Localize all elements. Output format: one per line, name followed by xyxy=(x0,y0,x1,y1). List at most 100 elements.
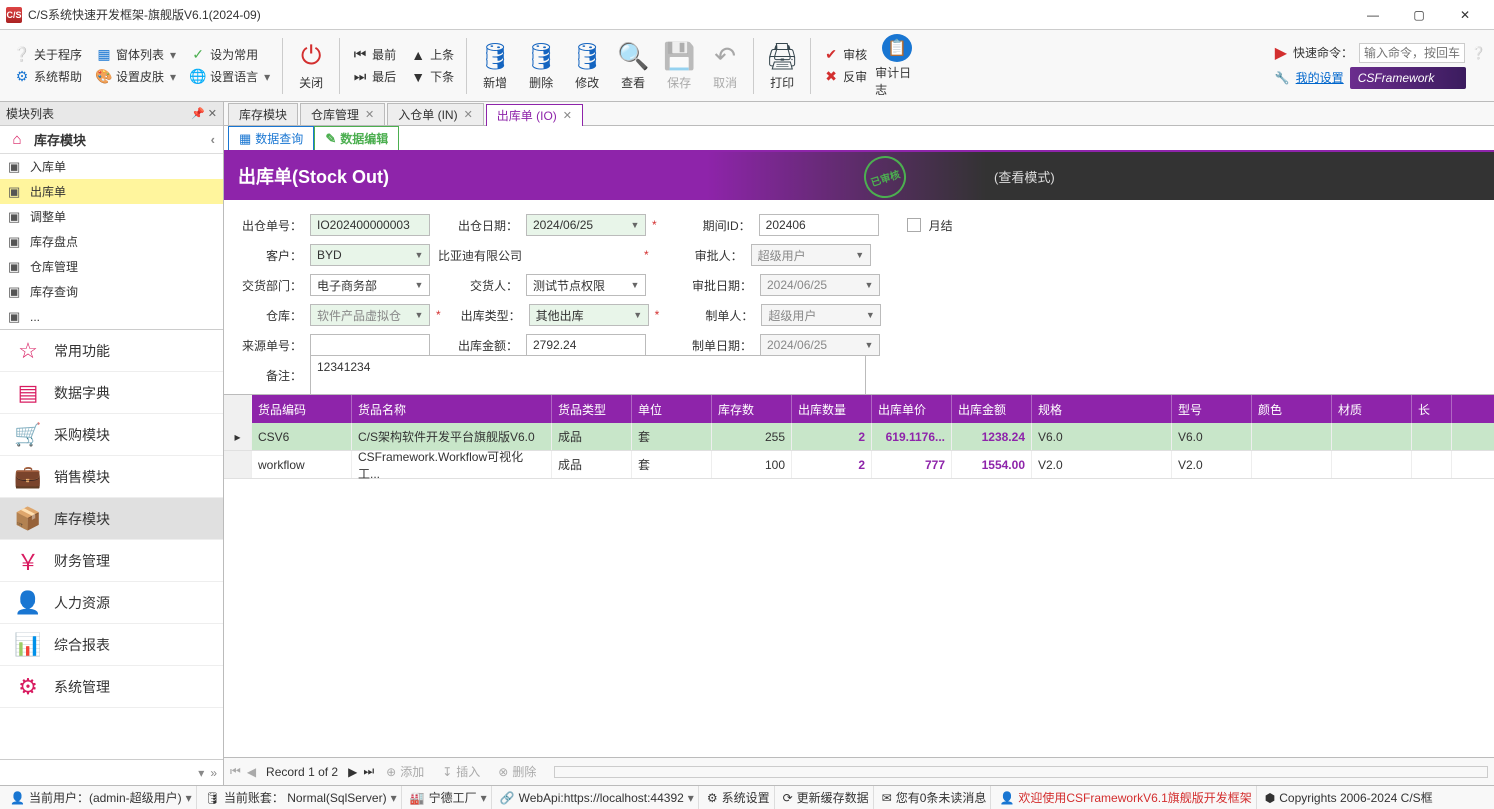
module-button[interactable]: ⚙系统管理 xyxy=(0,666,223,708)
customer-input[interactable]: BYD▼ xyxy=(310,244,430,266)
grid-add-button[interactable]: ⊕添加 xyxy=(380,761,430,782)
dropdown-icon[interactable]: ▼ xyxy=(411,307,427,323)
edit-button[interactable]: 🛢修改 xyxy=(565,34,609,98)
prev-button[interactable]: ▲上条 xyxy=(404,45,460,65)
remark-input[interactable]: 12341234 xyxy=(310,355,866,395)
col-header[interactable]: 库存数 xyxy=(712,395,792,423)
col-header[interactable]: 出库数量 xyxy=(792,395,872,423)
last-button[interactable]: ⏭最后 xyxy=(346,67,402,87)
col-header[interactable]: 规格 xyxy=(1032,395,1172,423)
quickcmd-input[interactable] xyxy=(1359,43,1465,63)
status-settings[interactable]: ⚙系统设置 xyxy=(703,786,775,809)
close-icon[interactable]: ✕ xyxy=(464,108,473,121)
srcno-input[interactable] xyxy=(310,334,430,356)
tree-item[interactable]: ▣库存盘点 xyxy=(0,229,223,254)
close-tool-button[interactable]: ⏻关闭 xyxy=(289,34,333,98)
status-cache[interactable]: ⟳更新缓存数据 xyxy=(779,786,874,809)
col-header[interactable]: 长 xyxy=(1412,395,1452,423)
col-header[interactable]: 单位 xyxy=(632,395,712,423)
dropdown-icon[interactable]: ▼ xyxy=(411,247,427,263)
doc-tab[interactable]: 库存模块 xyxy=(228,103,298,125)
module-button[interactable]: ￥财务管理 xyxy=(0,540,223,582)
tree-item[interactable]: ▣仓库管理 xyxy=(0,254,223,279)
pin-icon[interactable]: 📌 ✕ xyxy=(191,107,217,120)
module-button[interactable]: ▤数据字典 xyxy=(0,372,223,414)
auditlog-button[interactable]: 📋审计日志 xyxy=(875,34,919,98)
tree-item[interactable]: ▣库存查询 xyxy=(0,279,223,304)
minimize-button[interactable]: — xyxy=(1350,0,1396,30)
delete-button[interactable]: 🛢删除 xyxy=(519,34,563,98)
dropdown-icon[interactable]: ▼ xyxy=(627,277,643,293)
help-icon[interactable]: ❔ xyxy=(1471,46,1486,60)
row-selector[interactable]: ▸ xyxy=(224,423,252,450)
add-button[interactable]: 🛢新增 xyxy=(473,34,517,98)
col-header[interactable]: 颜色 xyxy=(1252,395,1332,423)
syshelp-button[interactable]: ⚙系统帮助 xyxy=(8,67,88,87)
grid-insert-button[interactable]: ↧插入 xyxy=(436,761,486,782)
status-msg[interactable]: ✉您有0条未读消息 xyxy=(878,786,992,809)
col-header[interactable]: 出库金额 xyxy=(952,395,1032,423)
status-user[interactable]: 👤当前用户：(admin-超级用户)▾ xyxy=(6,786,197,809)
doc-tab[interactable]: 出库单 (IO)✕ xyxy=(486,104,583,126)
module-button[interactable]: 🛒采购模块 xyxy=(0,414,223,456)
table-row[interactable]: workflowCSFramework.Workflow可视化工...成品套10… xyxy=(224,451,1494,479)
tree-item[interactable]: ▣... xyxy=(0,304,223,329)
cancel-button[interactable]: ↶取消 xyxy=(703,34,747,98)
tree-item[interactable]: ▣出库单 xyxy=(0,179,223,204)
module-button[interactable]: 📦库存模块 xyxy=(0,498,223,540)
nav-last[interactable]: ⏭ xyxy=(363,764,374,779)
print-button[interactable]: 🖨打印 xyxy=(760,34,804,98)
first-button[interactable]: ⏮最前 xyxy=(346,45,402,65)
module-button[interactable]: 📊综合报表 xyxy=(0,624,223,666)
subtab-query[interactable]: ▦数据查询 xyxy=(228,126,314,150)
deliverer-input[interactable]: 测试节点权限▼ xyxy=(526,274,646,296)
skin-button[interactable]: 🎨设置皮肤▾ xyxy=(90,67,182,87)
col-header[interactable]: 货品名称 xyxy=(352,395,552,423)
formlist-button[interactable]: ▦窗体列表▾ xyxy=(90,45,182,65)
grid-scrollbar[interactable] xyxy=(554,766,1488,778)
save-button[interactable]: 💾保存 xyxy=(657,34,701,98)
close-icon[interactable]: ✕ xyxy=(365,108,374,121)
module-button[interactable]: 💼销售模块 xyxy=(0,456,223,498)
dropdown-icon[interactable]: ▼ xyxy=(627,217,643,233)
subtab-edit[interactable]: ✎数据编辑 xyxy=(314,126,399,150)
col-header[interactable]: 型号 xyxy=(1172,395,1252,423)
close-button[interactable]: ✕ xyxy=(1442,0,1488,30)
nav-prev[interactable]: ◀ xyxy=(247,765,256,779)
period-input[interactable]: 202406 xyxy=(759,214,879,236)
status-webapi[interactable]: 🔗WebApi:https://localhost:44392▾ xyxy=(496,786,699,809)
status-factory[interactable]: 🏭宁德工厂▾ xyxy=(406,786,492,809)
dropdown-icon[interactable]: ▼ xyxy=(411,277,427,293)
doc-tab[interactable]: 入仓单 (IN)✕ xyxy=(387,103,484,125)
dept-input[interactable]: 电子商务部▼ xyxy=(310,274,430,296)
outno-input[interactable]: IO202400000003 xyxy=(310,214,430,236)
module-button[interactable]: ☆常用功能 xyxy=(0,330,223,372)
monthclose-checkbox[interactable] xyxy=(907,218,921,232)
grid-delete-button[interactable]: ⊗删除 xyxy=(492,761,542,782)
tree-item[interactable]: ▣调整单 xyxy=(0,204,223,229)
status-account[interactable]: 🛢当前账套： Normal(SqlServer)▾ xyxy=(201,786,402,809)
maximize-button[interactable]: ▢ xyxy=(1396,0,1442,30)
outdate-input[interactable]: 2024/06/25▼ xyxy=(526,214,646,236)
nav-first[interactable]: ⏮ xyxy=(230,764,241,779)
doc-tab[interactable]: 仓库管理✕ xyxy=(300,103,385,125)
collapse-icon[interactable]: ▾ xyxy=(198,766,204,780)
mysettings-link[interactable]: 我的设置 xyxy=(1296,69,1344,86)
reject-button[interactable]: ✖反审 xyxy=(817,67,873,87)
view-button[interactable]: 🔍查看 xyxy=(611,34,655,98)
col-header[interactable]: 材质 xyxy=(1332,395,1412,423)
tree-item[interactable]: ▣入库单 xyxy=(0,154,223,179)
approve-button[interactable]: ✔审核 xyxy=(817,45,873,65)
outtype-input[interactable]: 其他出库▼ xyxy=(529,304,649,326)
row-selector[interactable] xyxy=(224,451,252,478)
about-button[interactable]: ❔关于程序 xyxy=(8,45,88,65)
amount-input[interactable]: 2792.24 xyxy=(526,334,646,356)
lang-button[interactable]: 🌐设置语言▾ xyxy=(184,67,276,87)
more-icon[interactable]: » xyxy=(210,766,217,780)
dropdown-icon[interactable]: ▼ xyxy=(630,307,646,323)
col-header[interactable]: 货品类型 xyxy=(552,395,632,423)
module-button[interactable]: 👤人力资源 xyxy=(0,582,223,624)
col-header[interactable]: 货品编码 xyxy=(252,395,352,423)
sidebar-section-inventory[interactable]: ⌂ 库存模块 ‹ xyxy=(0,126,223,154)
col-header[interactable]: 出库单价 xyxy=(872,395,952,423)
